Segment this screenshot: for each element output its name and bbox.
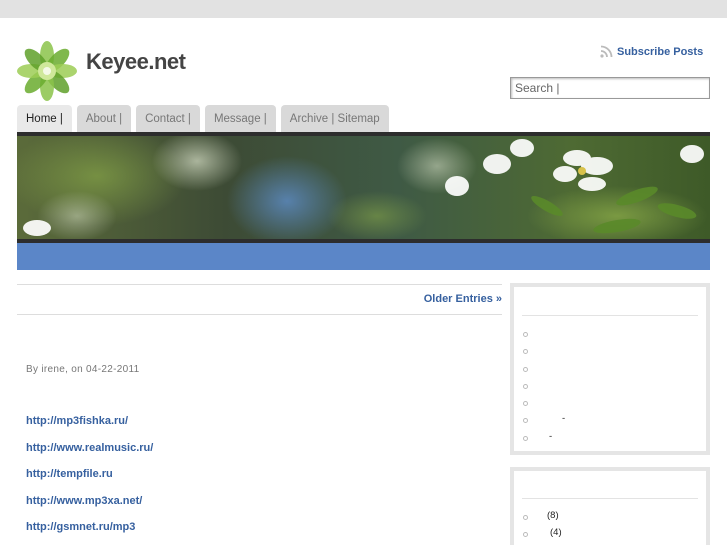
tab-home[interactable]: Home |: [17, 105, 72, 132]
subscribe-posts-label: Subscribe Posts: [617, 45, 704, 58]
green-flower-logo-icon[interactable]: [15, 38, 79, 102]
tab-message[interactable]: Message |: [204, 105, 276, 132]
sidebar-widget-recent: - -: [510, 283, 710, 455]
bullet-icon: [523, 332, 528, 337]
sidebar-divider: [522, 315, 698, 316]
pagination-bar: Older Entries »: [17, 284, 502, 315]
top-bar: [0, 0, 727, 18]
flower-banner-image: [17, 136, 710, 239]
bullet-icon: [523, 435, 528, 441]
sidebar-widget-categories: (8) (4): [510, 467, 710, 545]
post-link[interactable]: http://tempfile.ru: [26, 468, 153, 495]
header-banner: [17, 132, 710, 270]
bullet-icon: [523, 401, 528, 407]
post-link[interactable]: http://gsmnet.ru/mp3: [26, 521, 153, 545]
search-input[interactable]: [510, 77, 710, 99]
bullet-icon: [523, 418, 528, 424]
rss-icon: [600, 45, 613, 58]
subscribe-posts-link[interactable]: Subscribe Posts: [600, 45, 703, 58]
post-link-list: http://mp3fishka.ru/ http://www.realmusi…: [26, 415, 153, 545]
banner-blue-bar: [17, 243, 710, 270]
post-link[interactable]: http://mp3fishka.ru/: [26, 415, 153, 442]
older-entries-link[interactable]: Older Entries »: [424, 293, 502, 305]
sidebar-divider: [522, 498, 698, 499]
bullet-icon: [523, 532, 528, 538]
bullet-icon: [523, 515, 528, 520]
site-title[interactable]: Keyee.net: [86, 49, 186, 75]
post-meta: By irene, on 04-22-2011: [26, 364, 140, 375]
main-nav: Home | About | Contact | Message | Archi…: [17, 105, 389, 132]
post-link[interactable]: http://www.realmusic.ru/: [26, 442, 153, 469]
bullet-icon: [523, 366, 528, 372]
bullet-icon: [523, 383, 528, 389]
tab-archive-sitemap[interactable]: Archive | Sitemap: [280, 105, 389, 132]
bullet-icon: [523, 349, 528, 355]
tab-about[interactable]: About |: [76, 105, 132, 132]
tab-contact[interactable]: Contact |: [136, 105, 200, 132]
post-link[interactable]: http://www.mp3xa.net/: [26, 495, 153, 522]
